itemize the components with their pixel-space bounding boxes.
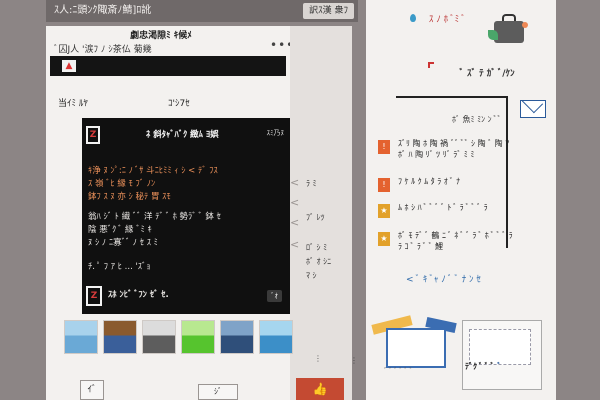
star-icon: ★ bbox=[378, 232, 390, 246]
list-item-text: ｽﾞﾘ 陶 ﾎ 陶 禍 ﾞﾞ ﾞﾞ ｼ 陶 ﾞ 陶 ﾏ ﾎﾞ ﾊ 陶 ﾘﾞ ﾂ … bbox=[398, 139, 510, 159]
side-line: ﾏ ｼ bbox=[306, 271, 317, 280]
bottom-left-field[interactable]: ｲﾞ bbox=[80, 380, 104, 400]
side-line: ﾌﾞ ﾚﾂ bbox=[306, 213, 325, 222]
star-icon: ★ bbox=[378, 204, 390, 218]
chevron-left-icon[interactable]: < bbox=[290, 196, 299, 209]
card-line: ｽ 嶺 ﾞﾋ 縁 ﾓ ﾌﾞ ﾉﾝ bbox=[88, 179, 156, 189]
play-icon[interactable]: ▲ bbox=[62, 60, 76, 72]
right-panel-header-text: ｽ ﾉ ﾎ ﾞﾐ ﾞ bbox=[428, 15, 466, 25]
window-title: ｽ人:ﾆ頭ﾝｸ陬斎ﾉ鯖]ﾛ訛 bbox=[54, 5, 152, 16]
scroll-dots-icon[interactable]: ⋮ bbox=[350, 356, 358, 365]
illustration-tag-blue: ﾞ bbox=[497, 362, 502, 371]
corner-marker-icon bbox=[428, 62, 434, 68]
card-line: ｷ浄 ﾇ ﾝﾟ:ﾆ ﾉ ﾞｻ 斗ﾆﾋﾐﾐ ｨ ｼ < ﾃﾞ ﾌｽ bbox=[88, 166, 218, 176]
side-line: ﾗ ﾐ bbox=[306, 179, 317, 188]
right-panel: ｽ ﾉ ﾎ ﾞﾐ ﾞ ﾞ ｽﾞ ﾃ ｶﾞ ﾞ/ｹﾝ ﾎﾞ 魚ﾐ ﾐﾝ ﾝ ﾞﾞ … bbox=[366, 0, 556, 400]
alert-icon: ! bbox=[378, 178, 390, 192]
panel-title: 劇忠渇隙ﾐ ｷ候ﾒ bbox=[130, 31, 192, 41]
thumb-object-gray[interactable] bbox=[142, 320, 176, 354]
column-label-1: 当ｲﾐ ﾙﾔ bbox=[58, 99, 88, 109]
thumb-city-blue[interactable] bbox=[220, 320, 254, 354]
card-line: 鉢ﾌ ｽ ﾇ 亦 ｼ 秘ﾃ 胃 ｽﾓ bbox=[88, 192, 171, 202]
side-line: ﾛﾞ ｼ ﾐ bbox=[306, 243, 328, 252]
card-line: 翁ﾊ ｼﾞ ﾄ 繊 ﾞﾞ 洋 ﾃﾞ ﾞ ﾎ 勢ﾗﾞ ﾞ 鉢 ｾ bbox=[88, 212, 221, 222]
footer-logo-icon: Z bbox=[86, 286, 102, 306]
list-item-text: ﾌ ｹ ﾙ ｸ ﾑ ﾀ ﾗ ｵ ﾞ ﾅ bbox=[398, 177, 461, 186]
thumb-landscape-sky[interactable] bbox=[64, 320, 98, 354]
bottom-button[interactable]: ｼﾞ bbox=[198, 384, 238, 400]
side-column: < < < < ﾗ ﾐ ﾌﾞ ﾚﾂ ﾛﾞ ｼ ﾐ ﾎﾞ ｵ ｼﾆ ﾏ ｼ ⋮ bbox=[290, 26, 352, 400]
vertical-dots-icon[interactable]: ⋮ bbox=[314, 354, 322, 363]
thumb-dashboard-cyan[interactable] bbox=[259, 320, 293, 354]
illustration-preview[interactable]: ﾃﾞｸ ﾞ ﾞ ﾞ ﾞ bbox=[462, 320, 542, 390]
list-item-text: ﾑ ﾎ ｼ ﾊ ﾞ ﾞ ﾞ ﾞ ﾄ ﾞ ﾗ ﾞ ﾞ ﾞ ﾗ bbox=[398, 203, 488, 212]
illustration-tag: ﾃﾞｸ ﾞ ﾞ ﾞ ﾞ bbox=[465, 361, 501, 372]
bottom-bar: ｲﾞ ｼﾞ bbox=[80, 380, 290, 400]
card-corner-badge: ｽﾐ乃ﾇ bbox=[266, 129, 285, 137]
card-footer-badge[interactable]: ﾞｵ bbox=[267, 290, 282, 302]
thumb-pixel-green[interactable] bbox=[181, 320, 215, 354]
right-panel-header: ｽ ﾉ ﾎ ﾞﾐ ﾞ bbox=[410, 12, 466, 25]
side-line: ﾎﾞ ｵ ｼﾆ bbox=[306, 257, 332, 266]
chevron-left-icon[interactable]: < bbox=[290, 238, 299, 251]
card-line: ﾇ ｼ ﾉ ﾆ寡ﾞﾞ ﾉ ｾ ｽ ﾐ bbox=[88, 238, 158, 248]
banner-text: ﾞ ｽﾞ ﾃ ｶﾞ ﾞ/ｹﾝ bbox=[459, 69, 515, 79]
window-titlebar: ｽ人:ﾆ頭ﾝｸ陬斎ﾉ鯖]ﾛ訛 訳ｽ漢 衆ﾌ bbox=[46, 0, 358, 22]
alert-icon: ! bbox=[378, 140, 390, 154]
chevron-left-icon[interactable]: < bbox=[290, 216, 299, 229]
media-strip[interactable]: ▲ bbox=[50, 56, 286, 76]
briefcase-icon bbox=[488, 14, 528, 46]
content-card[interactable]: Z ﾈ 斜ﾀｬﾞﾊﾞｸ 緻ﾑ ﾖ娯 ｽﾐ乃ﾇ ｷ浄 ﾇ ﾝﾟ:ﾆ ﾉ ﾞｻ 斗ﾆ… bbox=[82, 118, 290, 314]
mail-icon[interactable] bbox=[520, 100, 546, 118]
card-footer-text: ｽﾎ ﾝﾋﾞ ﾞﾌﾝ ｾﾞ ｾ. bbox=[108, 290, 169, 300]
illustration-tag-text: ﾃﾞｸ ﾞ ﾞ ﾞ bbox=[465, 362, 495, 371]
illustration-frame: ﾞ ﾞ ﾞ ﾞ ﾞ ﾞ bbox=[371, 315, 462, 375]
highlight-banner: ﾞ ｽﾞ ﾃ ｶﾞ ﾞ/ｹﾝ bbox=[428, 62, 542, 82]
card-title: ﾈ 斜ﾀｬﾞﾊﾞｸ 緻ﾑ ﾖ娯 bbox=[146, 130, 219, 140]
drop-icon bbox=[410, 14, 416, 22]
list-intro: ﾎﾞ 魚ﾐ ﾐﾝ ﾝ ﾞﾞ bbox=[452, 115, 502, 124]
list-item-text: ﾎﾞ ﾓ ﾃﾞ ﾞ 鶴 ﾆ ﾞ ﾈ ﾞ ﾞ ﾗ ﾞ ﾎ ﾞ ﾞ ﾞ ﾗ ﾗ ｺ … bbox=[398, 231, 513, 251]
thumb-landscape-brown[interactable] bbox=[103, 320, 137, 354]
card-line: ﾁ. ﾟ ﾌ ｱ ﾋ ... 'ｽﾞｮ bbox=[88, 262, 151, 272]
chevron-left-icon[interactable]: < bbox=[290, 176, 299, 189]
card-line: 陰 悪ﾞｸ ﾞ 縁 ﾞﾐ ｷ bbox=[88, 225, 152, 235]
app-logo-icon: Z bbox=[86, 126, 100, 144]
titlebar-button[interactable]: 訳ｽ漢 衆ﾌ bbox=[303, 3, 354, 19]
column-label-2: ｺ'ｼ7ｾ bbox=[168, 99, 190, 109]
illustration-caption: ﾞ ﾞ ﾞ ﾞ ﾞ ﾞ bbox=[384, 367, 413, 375]
link-text[interactable]: < ﾞ ｷ ﾞｬ ﾉ ﾞ ﾞ ﾅ ﾝ ｾ bbox=[406, 272, 481, 285]
like-button[interactable]: 👍 bbox=[296, 378, 344, 400]
panel-subtitle: ﾞ囚J人 '涙ﾌ ﾉ ｼ茶仏 菊幾 bbox=[54, 45, 152, 55]
